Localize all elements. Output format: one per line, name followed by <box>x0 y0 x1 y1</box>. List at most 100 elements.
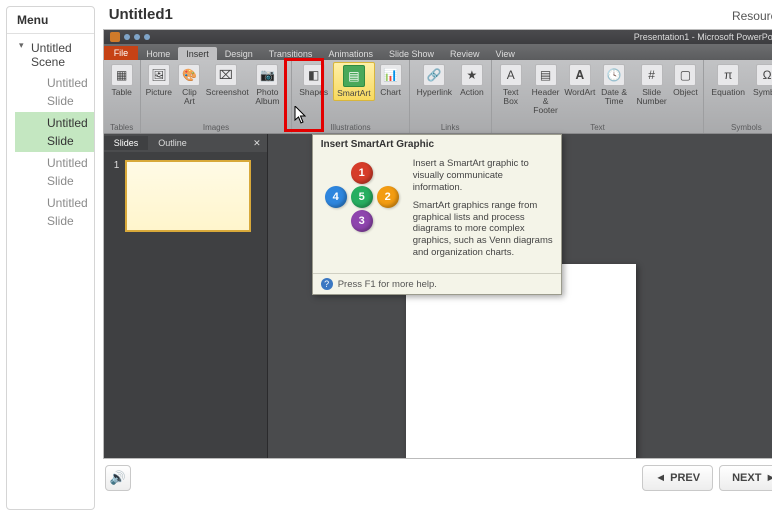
group-tables: ▦Table Tables <box>104 60 141 133</box>
action-icon: ★ <box>461 64 483 86</box>
menu-panel: Menu Untitled Scene Untitled Slide Untit… <box>6 6 95 510</box>
smartart-icon: ▤ <box>343 65 365 87</box>
next-button[interactable]: NEXT ► <box>719 465 772 491</box>
tab-outline[interactable]: Outline <box>148 136 197 150</box>
quick-access-toolbar <box>110 32 150 42</box>
picture-icon: 🖼 <box>148 64 170 86</box>
slide-list-item[interactable]: Untitled Slide <box>15 112 94 152</box>
slide-thumbnail-image <box>125 160 251 232</box>
slide-number: 1 <box>114 160 120 232</box>
headerfooter-icon: ▤ <box>535 64 557 86</box>
clipart-button[interactable]: 🎨Clip Art <box>175 62 204 108</box>
slide-thumbnail-panel: Slides Outline ✕ 1 <box>104 134 268 458</box>
group-text: AText Box ▤Header & Footer 𝐀WordArt 🕓Dat… <box>492 60 705 133</box>
diagram-node: 2 <box>377 186 399 208</box>
smartart-tooltip: Insert SmartArt Graphic 1 2 3 4 5 Insert… <box>312 134 562 295</box>
chevron-right-icon: ► <box>765 472 772 484</box>
tooltip-title: Insert SmartArt Graphic <box>313 135 561 154</box>
datetime-icon: 🕓 <box>603 64 625 86</box>
tab-slideshow[interactable]: Slide Show <box>381 47 442 60</box>
shapes-button[interactable]: ◧Shapes <box>296 62 331 101</box>
tab-transitions[interactable]: Transitions <box>261 47 321 60</box>
powerpoint-icon <box>110 32 120 42</box>
screenshot-icon: ⌧ <box>215 64 237 86</box>
slide-thumbnail[interactable]: 1 <box>104 152 267 240</box>
next-label: NEXT <box>732 472 761 484</box>
hyperlink-button[interactable]: 🔗Hyperlink <box>414 62 455 99</box>
player-controls: 🔊 ◄ PREV NEXT ► <box>101 459 772 491</box>
diagram-node: 1 <box>351 162 373 184</box>
diagram-node: 5 <box>351 186 373 208</box>
hyperlink-icon: 🔗 <box>423 64 445 86</box>
ribbon: ▦Table Tables 🖼Picture 🎨Clip Art ⌧Screen… <box>104 60 772 134</box>
tooltip-diagram: 1 2 3 4 5 <box>321 158 405 236</box>
slide-list-item[interactable]: Untitled Slide <box>15 152 94 192</box>
tooltip-text: Insert a SmartArt graphic to visually co… <box>413 158 553 265</box>
menu-header: Menu <box>7 7 94 34</box>
tooltip-footer: ? Press F1 for more help. <box>313 273 561 294</box>
help-icon: ? <box>321 278 333 290</box>
ppt-titlebar: Presentation1 - Microsoft PowerPoint <box>104 30 772 44</box>
tab-home[interactable]: Home <box>138 47 178 60</box>
object-button[interactable]: ▢Object <box>671 62 699 117</box>
slide-stage: Presentation1 - Microsoft PowerPoint Fil… <box>103 29 772 459</box>
group-images: 🖼Picture 🎨Clip Art ⌧Screenshot 📷Photo Al… <box>141 60 293 133</box>
screenshot-button[interactable]: ⌧Screenshot <box>206 62 246 108</box>
close-icon[interactable]: ✕ <box>247 138 267 149</box>
scene-tree: Untitled Scene Untitled Slide Untitled S… <box>7 34 94 236</box>
datetime-button[interactable]: 🕓Date & Time <box>596 62 632 117</box>
chevron-left-icon: ◄ <box>655 472 666 484</box>
title-row: Untitled1 Resources <box>101 0 772 27</box>
tab-animations[interactable]: Animations <box>320 47 381 60</box>
photo-album-icon: 📷 <box>256 64 278 86</box>
table-button[interactable]: ▦Table <box>108 62 136 99</box>
diagram-node: 4 <box>325 186 347 208</box>
slide-list-item[interactable]: Untitled Slide <box>15 192 94 232</box>
chart-button[interactable]: 📊Chart <box>377 62 405 101</box>
tab-insert[interactable]: Insert <box>178 47 217 60</box>
chart-icon: 📊 <box>380 64 402 86</box>
picture-button[interactable]: 🖼Picture <box>145 62 173 108</box>
table-icon: ▦ <box>111 64 133 86</box>
prev-label: PREV <box>670 472 700 484</box>
diagram-node: 3 <box>351 210 373 232</box>
undo-icon[interactable] <box>134 34 140 40</box>
object-icon: ▢ <box>674 64 696 86</box>
slidenumber-icon: # <box>641 64 663 86</box>
smartart-button[interactable]: ▤SmartArt <box>333 62 375 101</box>
redo-icon[interactable] <box>144 34 150 40</box>
resources-link[interactable]: Resources <box>732 9 772 23</box>
equation-icon: π <box>717 64 739 86</box>
photoalbum-button[interactable]: 📷Photo Album <box>248 62 288 108</box>
shapes-icon: ◧ <box>303 64 325 86</box>
tab-design[interactable]: Design <box>217 47 261 60</box>
ribbon-tabs: File Home Insert Design Transitions Anim… <box>104 44 772 60</box>
page-title: Untitled1 <box>109 6 173 23</box>
symbol-button[interactable]: ΩSymbol <box>750 62 772 99</box>
tab-slides[interactable]: Slides <box>104 136 149 150</box>
wordart-icon: 𝐀 <box>569 64 591 86</box>
tab-view[interactable]: View <box>488 47 523 60</box>
slide-list-item[interactable]: Untitled Slide <box>15 72 94 112</box>
group-links: 🔗Hyperlink ★Action Links <box>410 60 492 133</box>
group-symbols: πEquation ΩSymbol Symbols <box>704 60 772 133</box>
scene-item[interactable]: Untitled Scene <box>15 38 94 72</box>
clipart-icon: 🎨 <box>178 64 200 86</box>
tab-file[interactable]: File <box>104 46 139 60</box>
action-button[interactable]: ★Action <box>457 62 487 99</box>
volume-icon: 🔊 <box>110 470 126 486</box>
prev-button[interactable]: ◄ PREV <box>642 465 713 491</box>
headerfooter-button[interactable]: ▤Header & Footer <box>528 62 564 117</box>
slidenumber-button[interactable]: #Slide Number <box>634 62 670 117</box>
window-title: Presentation1 - Microsoft PowerPoint <box>634 32 772 42</box>
wordart-button[interactable]: 𝐀WordArt <box>565 62 594 117</box>
course-menu-sidebar: Menu Untitled Scene Untitled Slide Untit… <box>0 0 101 517</box>
save-icon[interactable] <box>124 34 130 40</box>
symbol-icon: Ω <box>756 64 772 86</box>
equation-button[interactable]: πEquation <box>708 62 748 99</box>
slide-panel-tabs: Slides Outline ✕ <box>104 134 267 152</box>
tab-review[interactable]: Review <box>442 47 488 60</box>
volume-button[interactable]: 🔊 <box>105 465 131 491</box>
textbox-button[interactable]: AText Box <box>496 62 526 117</box>
group-illustrations: ◧Shapes ▤SmartArt 📊Chart Illustrations <box>292 60 409 133</box>
